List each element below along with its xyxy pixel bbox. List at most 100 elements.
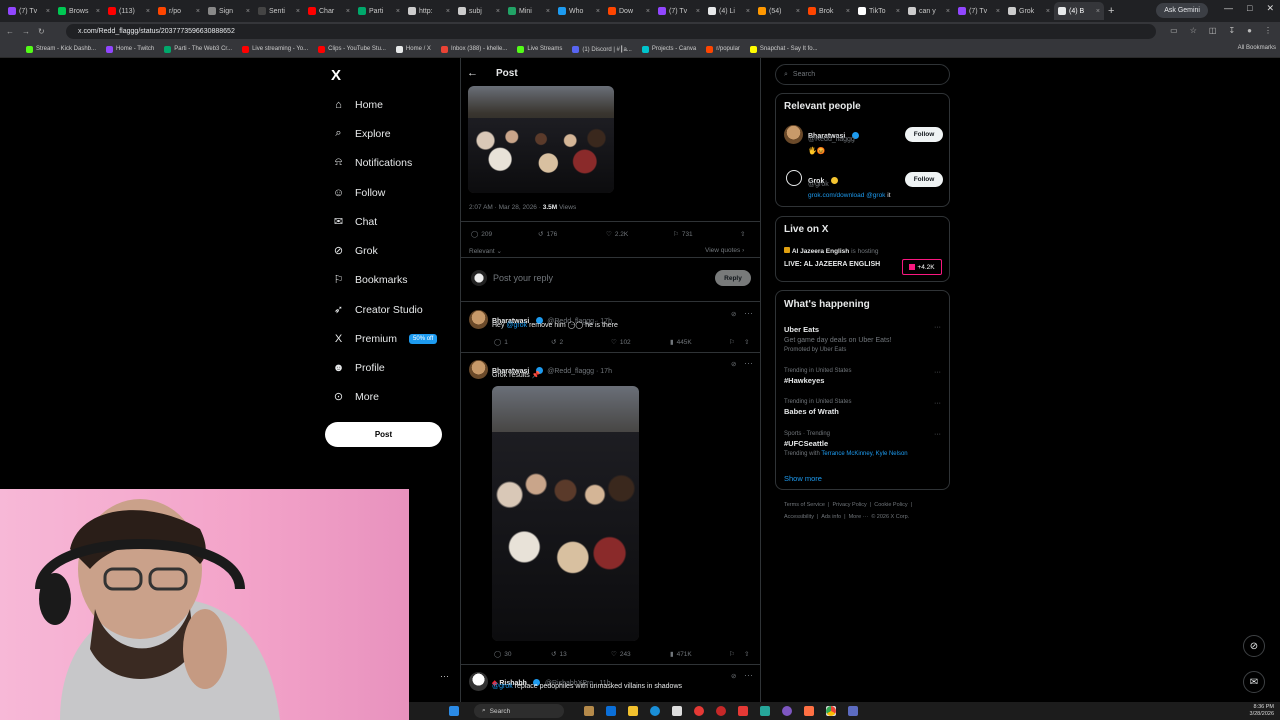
close-tab-icon[interactable]: × xyxy=(1096,8,1100,15)
share-icon[interactable]: ⇧ xyxy=(744,338,749,346)
windows-start-icon[interactable] xyxy=(449,706,459,716)
more-icon[interactable]: ··· xyxy=(934,400,941,407)
trend-item[interactable]: Sports · Trending #UFCSeattle Trending w… xyxy=(784,431,908,457)
bookmark-item[interactable]: (1) Discord | #┃a... xyxy=(572,45,632,53)
close-tab-icon[interactable]: × xyxy=(446,8,450,15)
reply-action[interactable]: ◯ 209 xyxy=(471,230,492,239)
bookmark-item[interactable]: Live streaming - Yo... xyxy=(242,45,308,53)
bookmark-icon[interactable]: ⚐ xyxy=(729,338,735,346)
reply-action[interactable]: ◯ 30 xyxy=(494,650,512,659)
menu-icon[interactable]: ⋮ xyxy=(1264,26,1272,35)
live-card[interactable]: Live on X Al Jazeera English is hosting … xyxy=(775,216,950,282)
more-options-icon[interactable]: ··· xyxy=(440,671,449,681)
app-icon[interactable] xyxy=(584,706,594,716)
browser-tab[interactable]: Who × xyxy=(554,2,604,20)
nav-item-grok[interactable]: ⊘ Grok xyxy=(332,244,378,258)
browser-tab[interactable]: subj × xyxy=(454,2,504,20)
app-icon[interactable] xyxy=(672,706,682,716)
view-quotes-link[interactable]: View quotes › xyxy=(705,247,744,254)
taskbar-clock[interactable]: 8:36 PM 3/28/2026 xyxy=(1250,704,1274,718)
ask-gemini-button[interactable]: Ask Gemini xyxy=(1156,3,1208,18)
more-icon[interactable]: ··· xyxy=(934,324,941,331)
more-icon[interactable]: ··· xyxy=(744,358,753,368)
app-icon[interactable] xyxy=(782,706,792,716)
restore-icon[interactable]: □ xyxy=(1247,3,1252,14)
browser-tab[interactable]: Brows × xyxy=(54,2,104,20)
app-icon[interactable] xyxy=(716,706,726,716)
search-input[interactable]: ⌕ Search xyxy=(775,64,950,85)
extensions-icon[interactable]: ◫ xyxy=(1209,26,1217,35)
footer-links[interactable]: Accessibility | Ads info | More ··· © 20… xyxy=(784,514,909,520)
bookmark-item[interactable]: Stream - Kick Dashb... xyxy=(26,45,96,53)
views-action[interactable]: ▮ 471K xyxy=(670,650,692,659)
grok-icon[interactable]: ⊘ xyxy=(731,672,736,680)
close-tab-icon[interactable]: × xyxy=(346,8,350,15)
download-icon[interactable]: ↧ xyxy=(1228,26,1235,35)
bookmark-item[interactable]: r/popular xyxy=(706,45,740,53)
reload-icon[interactable]: ↻ xyxy=(38,27,45,36)
cast-icon[interactable]: ▭ xyxy=(1170,26,1178,35)
close-tab-icon[interactable]: × xyxy=(746,8,750,15)
browser-tab[interactable]: TikTo × xyxy=(854,2,904,20)
close-tab-icon[interactable]: × xyxy=(496,8,500,15)
browser-tab[interactable]: (7) Tv × xyxy=(654,2,704,20)
bookmark-item[interactable]: Projects - Canva xyxy=(641,45,696,53)
close-tab-icon[interactable]: × xyxy=(96,8,100,15)
share-icon[interactable]: ⇧ xyxy=(744,650,749,658)
follow-button[interactable]: Follow xyxy=(905,172,943,187)
more-icon[interactable]: ··· xyxy=(934,369,941,376)
nav-item-notifications[interactable]: ⍾ Notifications xyxy=(332,156,412,169)
browser-tab[interactable]: can y × xyxy=(904,2,954,20)
reply-action[interactable]: ◯ 1 xyxy=(494,338,508,347)
bookmark-item[interactable]: Live Streams xyxy=(517,45,562,53)
edge-icon[interactable] xyxy=(650,706,660,716)
grok-icon[interactable]: ⊘ xyxy=(731,360,736,368)
taskbar-search[interactable]: ⌕ Search xyxy=(474,704,564,718)
nav-item-chat[interactable]: ✉ Chat xyxy=(332,215,377,229)
nav-item-profile[interactable]: ☻ Profile xyxy=(332,361,385,374)
sort-dropdown[interactable]: Relevant ⌄ xyxy=(469,247,502,255)
post-button[interactable]: Post xyxy=(325,422,442,447)
bookmark-item[interactable]: Inbox (388) - khelle... xyxy=(440,45,507,53)
back-icon[interactable]: ← xyxy=(6,27,14,36)
nav-item-creator-studio[interactable]: ➶ Creator Studio xyxy=(332,303,423,317)
bookmark-item[interactable]: Clips - YouTube Stu... xyxy=(318,45,386,53)
show-more-link[interactable]: Show more xyxy=(784,474,822,483)
file-explorer-icon[interactable] xyxy=(628,706,638,716)
bookmark-item[interactable]: Home / X xyxy=(395,45,431,53)
browser-tab[interactable]: Brok × xyxy=(804,2,854,20)
minimize-icon[interactable]: — xyxy=(1224,3,1233,14)
repost-action[interactable]: ↺ 2 xyxy=(551,338,563,347)
new-tab-icon[interactable]: + xyxy=(1108,5,1114,17)
close-tab-icon[interactable]: × xyxy=(896,8,900,15)
messages-floating-button[interactable]: ✉ xyxy=(1243,671,1265,693)
all-bookmarks[interactable]: All Bookmarks xyxy=(1238,45,1276,51)
close-tab-icon[interactable]: × xyxy=(946,8,950,15)
footer-links[interactable]: Terms of Service | Privacy Policy | Cook… xyxy=(784,502,912,508)
nav-item-premium[interactable]: X Premium 50% off xyxy=(332,332,438,345)
chrome-icon[interactable] xyxy=(826,706,836,716)
browser-tab[interactable]: (54) × xyxy=(754,2,804,20)
url-field[interactable]: x.com/Redd_flaggg/status/203777359663088… xyxy=(66,24,1156,39)
grok-icon[interactable]: ⊘ xyxy=(731,310,736,318)
reply-button[interactable]: Reply xyxy=(715,270,751,286)
browser-tab[interactable]: (113) × xyxy=(104,2,154,20)
reply-image[interactable] xyxy=(492,386,639,641)
close-tab-icon[interactable]: × xyxy=(146,8,150,15)
like-action[interactable]: ♡ 2.2K xyxy=(606,230,628,239)
close-tab-icon[interactable]: × xyxy=(396,8,400,15)
grok-logo-icon[interactable] xyxy=(786,170,802,186)
bookmark-item[interactable]: Home - Twitch xyxy=(106,45,154,53)
like-action[interactable]: ♡ 102 xyxy=(611,338,631,347)
browser-tab[interactable]: Senti × xyxy=(254,2,304,20)
close-tab-icon[interactable]: × xyxy=(546,8,550,15)
reply-input[interactable]: Post your reply xyxy=(493,273,553,283)
avatar[interactable] xyxy=(469,360,488,379)
close-tab-icon[interactable]: × xyxy=(846,8,850,15)
app-icon[interactable] xyxy=(606,706,616,716)
star-icon[interactable]: ☆ xyxy=(1190,26,1197,35)
browser-tab[interactable]: (7) Tv × xyxy=(4,2,54,20)
browser-tab[interactable]: http: × xyxy=(404,2,454,20)
repost-action[interactable]: ↺ 176 xyxy=(538,230,557,239)
x-logo-icon[interactable]: X xyxy=(331,67,341,84)
